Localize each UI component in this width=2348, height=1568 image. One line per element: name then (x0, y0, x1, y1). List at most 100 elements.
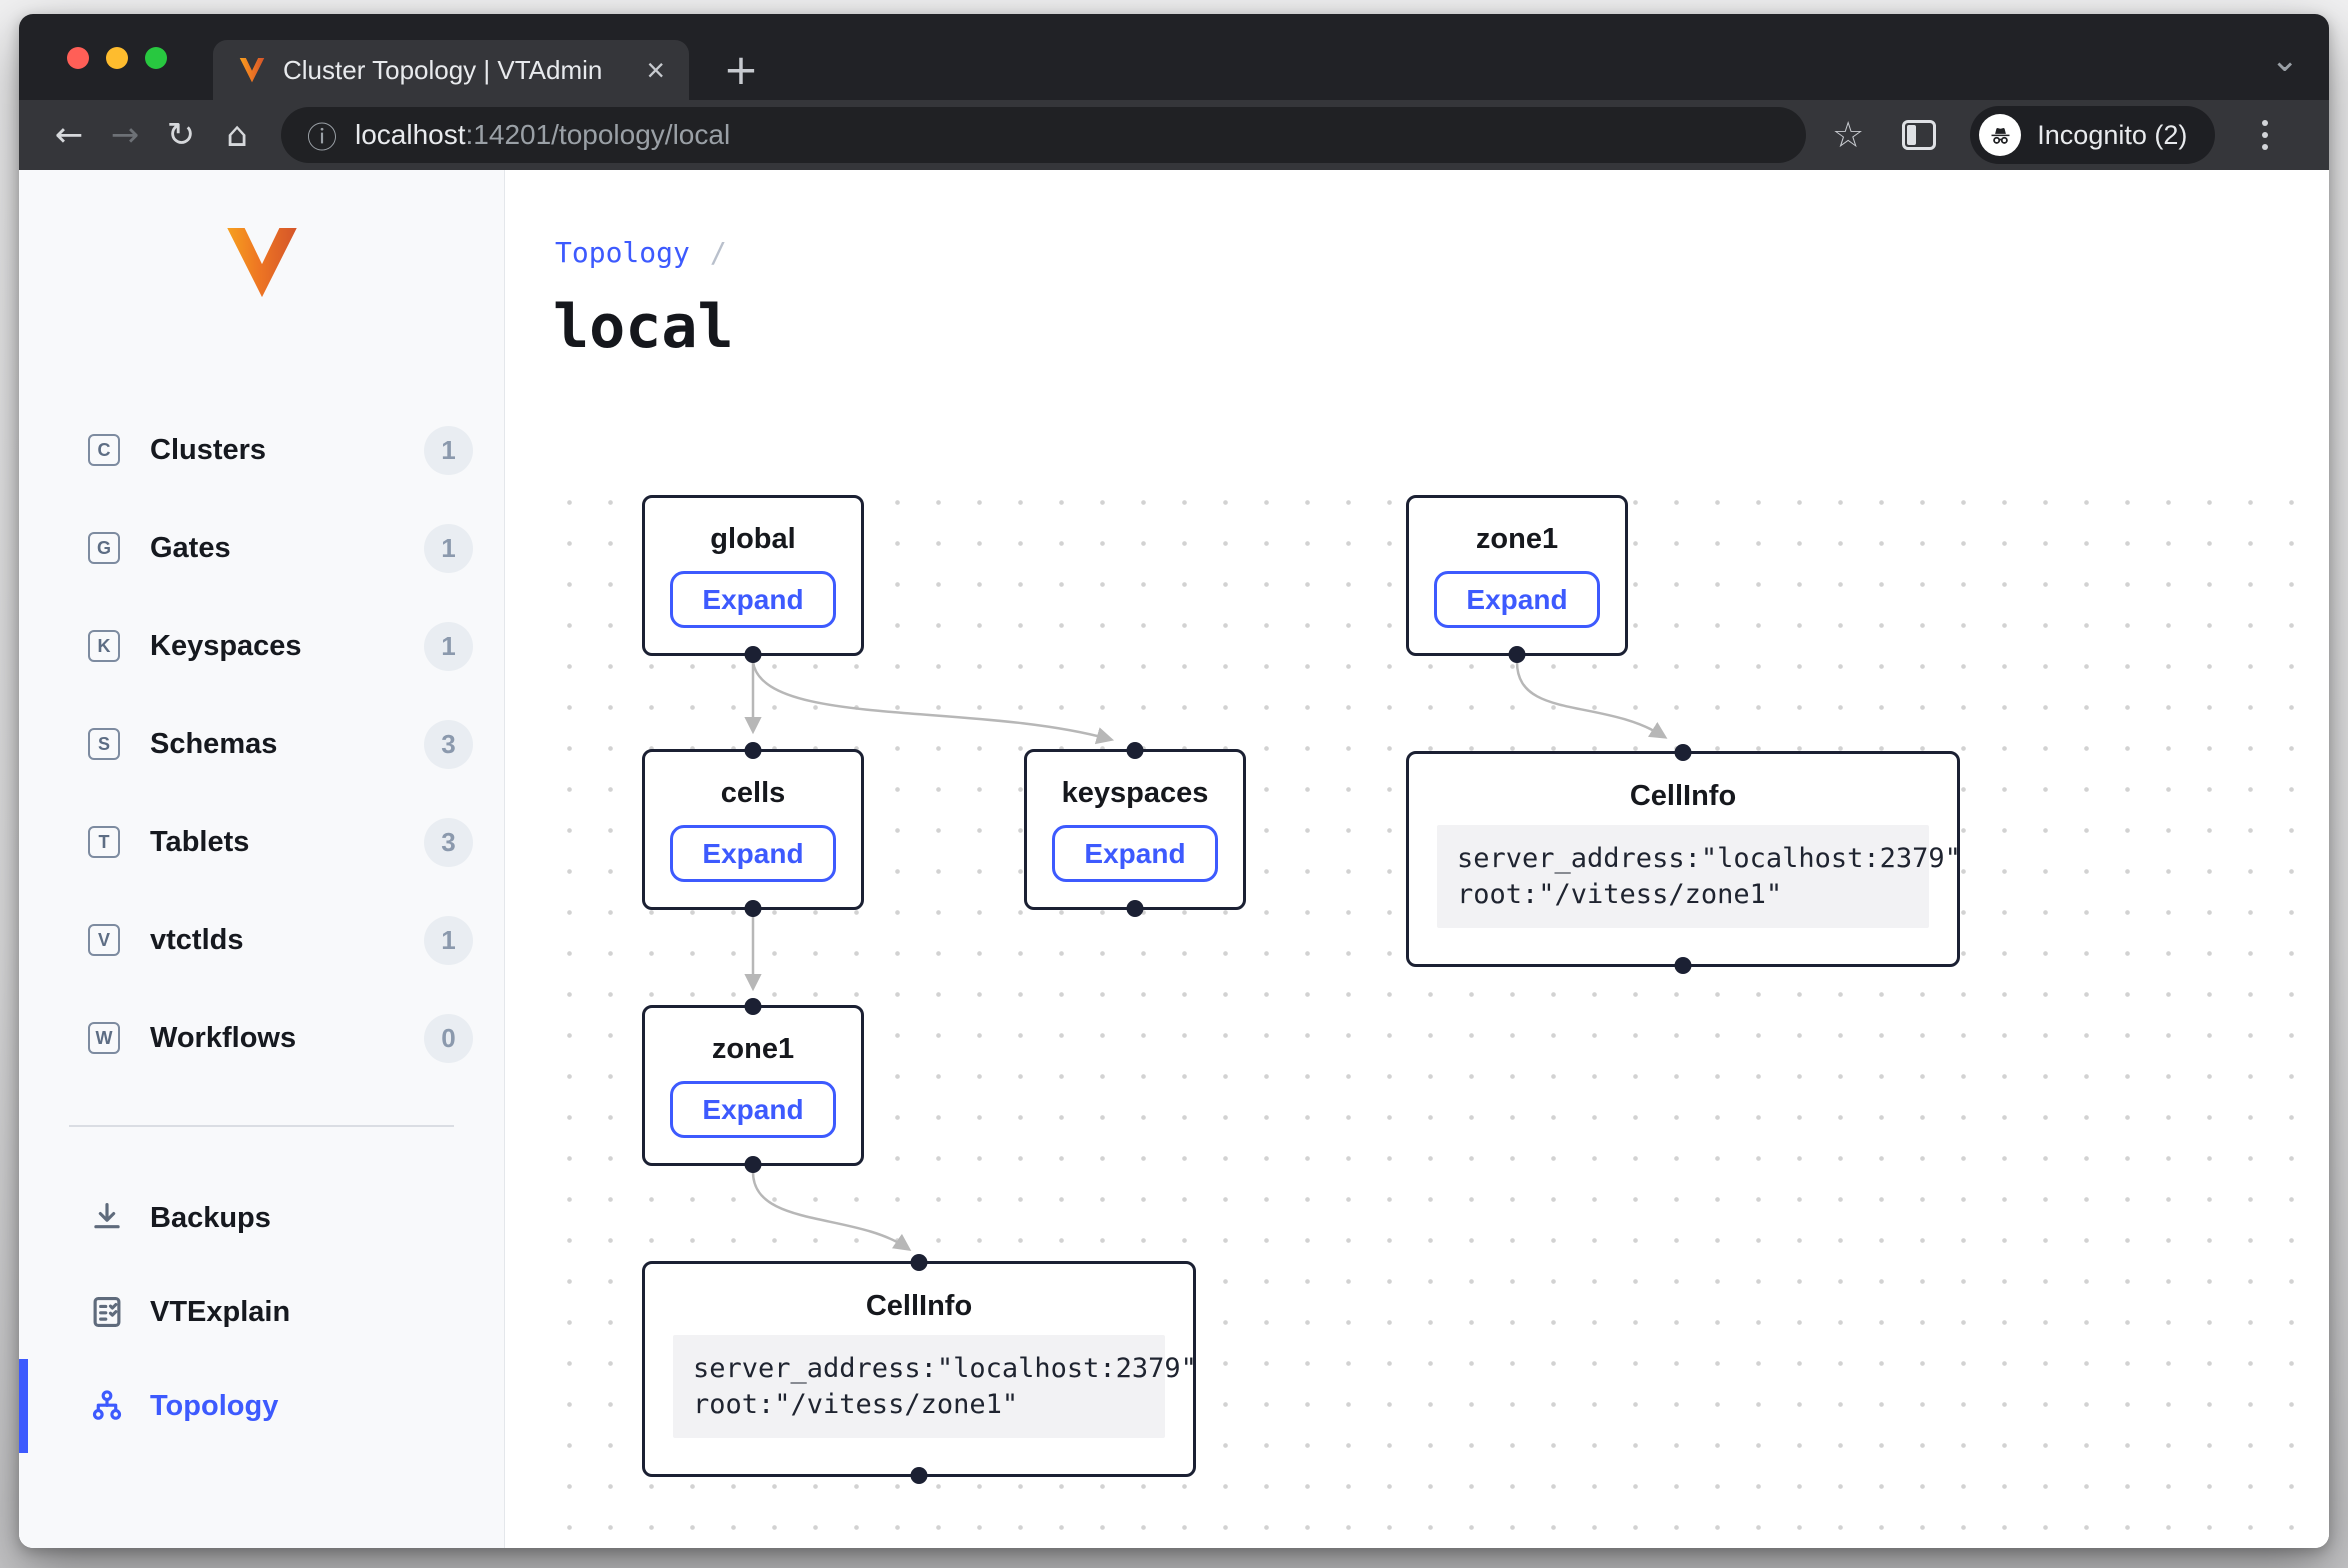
tab-search-chevron-icon[interactable]: ⌄ (2271, 40, 2300, 80)
schemas-letter-icon: S (88, 728, 120, 760)
minimize-window-button[interactable] (106, 47, 128, 69)
expand-button[interactable]: Expand (670, 1081, 836, 1138)
url-host: localhost (355, 119, 466, 151)
forward-button[interactable]: → (97, 115, 153, 155)
breadcrumb-topology-link[interactable]: Topology (555, 236, 690, 269)
keyspaces-letter-icon: K (88, 630, 120, 662)
page-title: local (553, 292, 734, 362)
browser-toolbar: ← → ↻ ⌂ ⓘ localhost:14201/topology/local… (19, 100, 2329, 170)
node-title: zone1 (712, 1033, 794, 1066)
code-line: root:"/vitess/zone1" (693, 1387, 1145, 1423)
browser-menu-icon[interactable] (2245, 120, 2285, 150)
count-badge: 1 (424, 524, 473, 573)
new-tab-button[interactable]: + (719, 50, 763, 94)
browser-tab[interactable]: Cluster Topology | VTAdmin × (213, 40, 689, 100)
cellinfo-code: server_address:"localhost:2379" root:"/v… (673, 1335, 1165, 1438)
sidebar-item-label: Schemas (150, 728, 277, 761)
node-title: zone1 (1476, 523, 1558, 556)
code-line: server_address:"localhost:2379" (1457, 841, 1909, 877)
node-title: CellInfo (866, 1290, 972, 1323)
sidebar-item-keyspaces[interactable]: K Keyspaces 1 (19, 597, 504, 695)
page-content: C Clusters 1 G Gates 1 K Keyspaces 1 (19, 170, 2329, 1548)
sidebar: C Clusters 1 G Gates 1 K Keyspaces 1 (19, 170, 505, 1548)
graph-node-cells: cells Expand (642, 749, 864, 910)
sidebar-item-tablets[interactable]: T Tablets 3 (19, 793, 504, 891)
sidebar-item-gates[interactable]: G Gates 1 (19, 499, 504, 597)
incognito-avatar (1979, 114, 2021, 156)
sidebar-item-topology[interactable]: Topology (19, 1359, 504, 1453)
graph-node-cellinfo-bottom: CellInfo server_address:"localhost:2379"… (642, 1261, 1196, 1477)
sidebar-item-schemas[interactable]: S Schemas 3 (19, 695, 504, 793)
vtctlds-letter-icon: V (88, 924, 120, 956)
edge-zone1-cellinfo (1517, 662, 1663, 736)
connection-dot (745, 900, 762, 917)
connection-dot (1675, 957, 1692, 974)
node-title: global (710, 523, 795, 556)
code-line: root:"/vitess/zone1" (1457, 877, 1909, 913)
traffic-lights (67, 47, 167, 69)
node-title: cells (721, 777, 786, 810)
count-badge: 1 (424, 426, 473, 475)
count-badge: 3 (424, 720, 473, 769)
connection-dot (745, 998, 762, 1015)
connection-dot (745, 1156, 762, 1173)
graph-node-global: global Expand (642, 495, 864, 656)
download-icon (85, 1196, 129, 1240)
connection-dot (1675, 744, 1692, 761)
connection-dot (1127, 900, 1144, 917)
cellinfo-code: server_address:"localhost:2379" root:"/v… (1437, 825, 1929, 928)
graph-node-zone1-bottom: zone1 Expand (642, 1005, 864, 1166)
clusters-letter-icon: C (88, 434, 120, 466)
sidebar-item-clusters[interactable]: C Clusters 1 (19, 401, 504, 499)
expand-button[interactable]: Expand (670, 825, 836, 882)
edge-global-keyspaces (753, 662, 1109, 739)
connection-dot (1509, 646, 1526, 663)
sidebar-item-label: Topology (150, 1390, 278, 1423)
url-path: :14201/topology/local (466, 119, 731, 151)
sidebar-item-label: VTExplain (150, 1296, 290, 1329)
desktop-background: Cluster Topology | VTAdmin × + ⌄ ← → ↻ ⌂… (0, 0, 2348, 1568)
close-window-button[interactable] (67, 47, 89, 69)
sidebar-item-label: Clusters (150, 434, 266, 467)
back-button[interactable]: ← (41, 115, 97, 155)
sidebar-nav: C Clusters 1 G Gates 1 K Keyspaces 1 (19, 401, 504, 1087)
sidebar-item-label: Tablets (150, 826, 249, 859)
sidebar-item-vtctlds[interactable]: V vtctlds 1 (19, 891, 504, 989)
vitess-logo[interactable] (218, 223, 306, 301)
zoom-window-button[interactable] (145, 47, 167, 69)
bookmark-star-icon[interactable]: ☆ (1832, 115, 1864, 156)
expand-button[interactable]: Expand (1434, 571, 1600, 628)
sidebar-item-label: Keyspaces (150, 630, 302, 663)
sidebar-item-label: Gates (150, 532, 231, 565)
count-badge: 1 (424, 916, 473, 965)
code-line: server_address:"localhost:2379" (693, 1351, 1145, 1387)
edge-zone1-cellinfo-bottom (753, 1172, 907, 1248)
tab-close-icon[interactable]: × (646, 54, 665, 86)
home-button[interactable]: ⌂ (209, 115, 265, 155)
browser-window: Cluster Topology | VTAdmin × + ⌄ ← → ↻ ⌂… (19, 14, 2329, 1548)
incognito-icon (1987, 122, 2014, 149)
topology-view: Topology/ local (505, 170, 2329, 1548)
node-title: keyspaces (1062, 777, 1209, 810)
vitess-favicon-icon (237, 56, 267, 84)
sidebar-item-vtexplain[interactable]: VTExplain (19, 1265, 504, 1359)
node-title: CellInfo (1630, 780, 1736, 813)
tablets-letter-icon: T (88, 826, 120, 858)
sidebar-item-backups[interactable]: Backups (19, 1171, 504, 1265)
topology-icon (85, 1384, 129, 1428)
reload-button[interactable]: ↻ (153, 115, 209, 155)
address-bar[interactable]: ⓘ localhost:14201/topology/local (281, 107, 1806, 163)
document-check-icon (85, 1290, 129, 1334)
tab-strip: Cluster Topology | VTAdmin × + ⌄ (19, 14, 2329, 100)
connection-dot (911, 1254, 928, 1271)
side-panel-icon[interactable] (1902, 120, 1936, 150)
incognito-badge: Incognito (2) (1970, 106, 2215, 164)
site-info-icon[interactable]: ⓘ (307, 113, 337, 157)
expand-button[interactable]: Expand (670, 571, 836, 628)
graph-node-keyspaces: keyspaces Expand (1024, 749, 1246, 910)
graph-node-cellinfo-right: CellInfo server_address:"localhost:2379"… (1406, 751, 1960, 967)
sidebar-item-workflows[interactable]: W Workflows 0 (19, 989, 504, 1087)
expand-button[interactable]: Expand (1052, 825, 1218, 882)
connection-dot (745, 646, 762, 663)
sidebar-item-label: Backups (150, 1202, 271, 1235)
